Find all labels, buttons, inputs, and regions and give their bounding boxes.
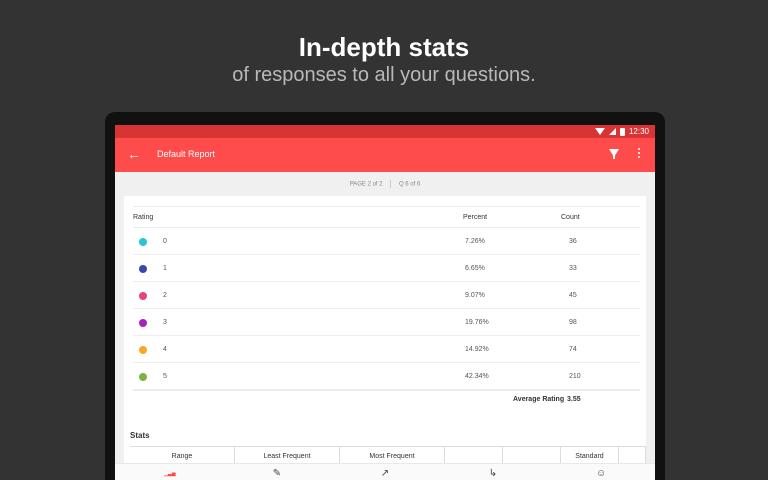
rating-percent: 7.26% — [465, 238, 485, 245]
rating-label: 4 — [163, 346, 167, 353]
rating-count: 210 — [569, 373, 581, 380]
table-row: 0 7.26% 36 — [133, 228, 640, 255]
arrow-left-icon[interactable]: ← — [127, 146, 141, 162]
table-row: 3 19.76% 98 — [133, 309, 640, 336]
rating-table: Rating Percent Count 0 7.26% 36 1 6.65% 33 2 9.… — [133, 206, 640, 408]
status-time: 12:30 — [628, 127, 649, 136]
nav-default[interactable]: ▁▃▅Default — [115, 464, 223, 480]
nav-individual[interactable]: ☺Individual — [547, 464, 655, 480]
rating-color-dot — [139, 346, 147, 354]
rating-color-dot — [139, 292, 147, 300]
bar-chart-icon: ▁▃▅ — [164, 471, 176, 477]
page-indicator: PAGE 2 of 2 — [349, 181, 383, 188]
rating-label: 5 — [163, 373, 167, 380]
status-bar: 12:30 — [115, 125, 655, 138]
app-bar-title: Default Report — [157, 149, 216, 159]
crosstab-icon: ↳ — [488, 468, 498, 479]
average-rating-value: 3.55 — [567, 396, 581, 403]
rating-label: 3 — [163, 319, 167, 326]
table-row: 1 6.65% 33 — [133, 255, 640, 282]
wifi-icon — [594, 128, 605, 135]
report-content[interactable]: PAGE 2 of 2 Q 6 of 6 Rating Percent Coun… — [115, 172, 655, 476]
rating-percent: 19.76% — [465, 319, 489, 326]
table-header: Rating Percent Count — [133, 206, 640, 228]
rating-label: 2 — [163, 292, 167, 299]
rating-count: 98 — [569, 319, 577, 326]
question-indicator: Q 6 of 6 — [398, 181, 421, 188]
edit-chart-icon: ✎ — [272, 468, 282, 479]
nav-custom[interactable]: ✎Custom — [223, 464, 331, 480]
rating-count: 36 — [569, 238, 577, 245]
nav-trend[interactable]: ↗Trend — [331, 464, 439, 480]
rating-percent: 14.92% — [465, 346, 489, 353]
average-rating-label: Average Rating — [513, 396, 565, 403]
rating-count: 74 — [569, 346, 577, 353]
header-count: Count — [561, 214, 580, 221]
rating-color-dot — [139, 238, 147, 246]
report-card: Rating Percent Count 0 7.26% 36 1 6.65% 33 2 9.… — [124, 196, 646, 476]
header-percent: Percent — [463, 214, 488, 221]
filter-icon[interactable] — [609, 149, 619, 159]
line-chart-icon: ↗ — [380, 468, 390, 479]
pager-divider — [390, 180, 392, 188]
app-screen: 12:30 ← Default Report PAGE 2 of 2 Q 6 o… — [115, 125, 655, 480]
pager: PAGE 2 of 2 Q 6 of 6 — [115, 180, 655, 188]
status-icons: 12:30 — [594, 127, 649, 136]
table-row: 2 9.07% 45 — [133, 282, 640, 309]
rating-percent: 6.65% — [465, 265, 485, 272]
stats-title: Stats — [130, 431, 150, 440]
person-icon: ☺ — [596, 468, 607, 479]
battery-icon — [619, 127, 625, 136]
signal-icon — [608, 128, 616, 135]
rating-label: 1 — [163, 265, 167, 272]
rating-count: 45 — [569, 292, 577, 299]
table-row: 5 42.34% 210 — [133, 363, 640, 390]
promo-headline: In-depth stats — [298, 32, 470, 62]
rating-color-dot — [139, 265, 147, 273]
header-rating: Rating — [133, 214, 154, 221]
tablet-frame: 12:30 ← Default Report PAGE 2 of 2 Q 6 o… — [105, 112, 665, 480]
table-row: 4 14.92% 74 — [133, 336, 640, 363]
app-bar: ← Default Report — [115, 138, 655, 172]
nav-cross-tab[interactable]: ↳Cross-Tab — [439, 464, 547, 480]
average-rating-row: Average Rating 3.55 — [133, 390, 640, 408]
rating-label: 0 — [163, 238, 167, 245]
rating-count: 33 — [569, 265, 577, 272]
promo-subline: of responses to all your questions. — [232, 64, 536, 86]
rating-color-dot — [139, 373, 147, 381]
rating-percent: 42.34% — [465, 373, 489, 380]
rating-color-dot — [139, 319, 147, 327]
bottom-navigation: ▁▃▅Default✎Custom↗Trend↳Cross-Tab☺Indivi… — [115, 463, 655, 480]
more-vertical-icon[interactable] — [638, 148, 641, 158]
rating-percent: 9.07% — [465, 292, 485, 299]
